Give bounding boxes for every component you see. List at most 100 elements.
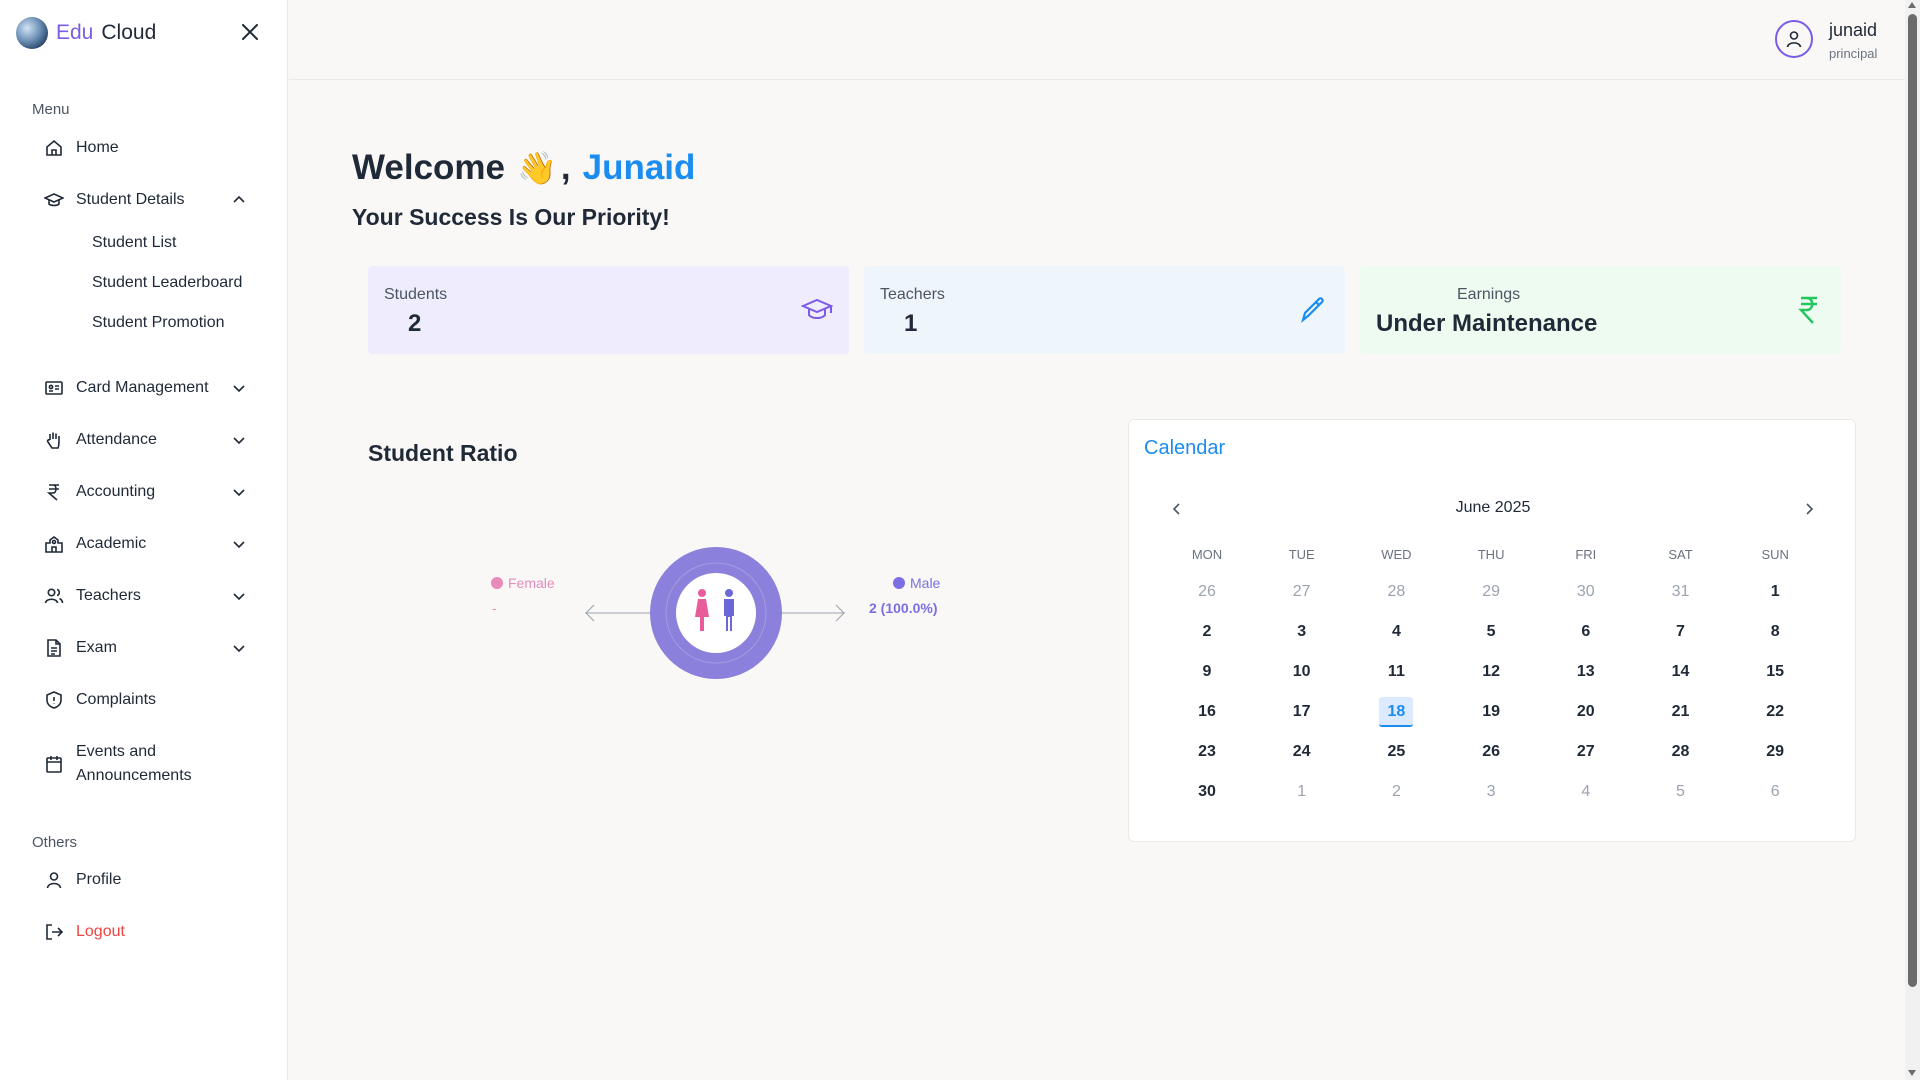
- brand-edu: Edu: [56, 21, 94, 44]
- calendar-day[interactable]: 15: [1758, 657, 1792, 687]
- chevron-right-icon: [1806, 503, 1814, 515]
- calendar-day[interactable]: 27: [1569, 737, 1603, 767]
- sidebar-item-card-management[interactable]: Card Management: [44, 376, 248, 400]
- welcome-tagline: Your Success Is Our Priority!: [352, 204, 670, 230]
- calendar-day[interactable]: 3: [1285, 617, 1319, 647]
- close-icon: [242, 24, 258, 40]
- scroll-thumb[interactable]: [1908, 14, 1917, 987]
- sidebar-item-label: Teachers: [76, 587, 141, 604]
- calendar-day[interactable]: 13: [1569, 657, 1603, 687]
- sidebar-item-label: Accounting: [76, 483, 156, 500]
- graduation-cap-icon: [799, 292, 835, 328]
- sidebar-item-exam[interactable]: Exam: [44, 636, 248, 660]
- calendar-day[interactable]: 16: [1190, 697, 1224, 727]
- calendar-day[interactable]: 28: [1664, 737, 1698, 767]
- calendar-day[interactable]: 31: [1664, 577, 1698, 607]
- sidebar-item-label: Card Management: [76, 379, 209, 396]
- calendar-day[interactable]: 12: [1474, 657, 1508, 687]
- earnings-stat-card[interactable]: Earnings Under Maintenance: [1360, 266, 1841, 354]
- female-legend-label: Female: [508, 575, 555, 591]
- page-scrollbar[interactable]: [1905, 0, 1920, 1080]
- hand-icon: [44, 430, 64, 450]
- welcome-name: Junaid: [582, 148, 696, 187]
- sidebar-item-profile[interactable]: Profile: [44, 868, 248, 892]
- calendar-day[interactable]: 11: [1379, 657, 1413, 687]
- calendar-day[interactable]: 20: [1569, 697, 1603, 727]
- calendar-day[interactable]: 9: [1190, 657, 1224, 687]
- calendar-day[interactable]: 29: [1474, 577, 1508, 607]
- shield-icon: [44, 690, 64, 710]
- calendar-day[interactable]: 2: [1379, 777, 1413, 807]
- calendar-day[interactable]: 4: [1379, 617, 1413, 647]
- calendar-day[interactable]: 5: [1664, 777, 1698, 807]
- home-icon: [44, 138, 64, 158]
- calendar-day[interactable]: 30: [1569, 577, 1603, 607]
- scroll-up-arrow-icon[interactable]: [1908, 2, 1916, 8]
- chevron-up-icon: [230, 191, 248, 209]
- calendar-day[interactable]: 21: [1664, 697, 1698, 727]
- calendar-day[interactable]: 4: [1569, 777, 1603, 807]
- sidebar-item-label: Events and Announcements: [76, 743, 192, 784]
- calendar-day[interactable]: 26: [1474, 737, 1508, 767]
- sidebar-item-complaints[interactable]: Complaints: [44, 688, 248, 712]
- calendar-day[interactable]: 26: [1190, 577, 1224, 607]
- calendar-day[interactable]: 14: [1664, 657, 1698, 687]
- calendar-day[interactable]: 1: [1285, 777, 1319, 807]
- sidebar-subitem-student-list[interactable]: Student List: [92, 234, 177, 252]
- calendar-next-button[interactable]: [1799, 499, 1819, 519]
- user-name[interactable]: junaid: [1829, 20, 1877, 41]
- calendar-day[interactable]: 24: [1285, 737, 1319, 767]
- topbar: [289, 0, 1920, 80]
- document-icon: [44, 638, 64, 658]
- calendar-day[interactable]: 7: [1664, 617, 1698, 647]
- sidebar-item-teachers[interactable]: Teachers: [44, 584, 248, 608]
- sidebar-subitem-student-leaderboard[interactable]: Student Leaderboard: [92, 274, 242, 292]
- sidebar-item-attendance[interactable]: Attendance: [44, 428, 248, 452]
- sidebar-item-academic[interactable]: Academic: [44, 532, 248, 556]
- student-ratio-title: Student Ratio: [368, 440, 518, 466]
- calendar-day[interactable]: 27: [1285, 577, 1319, 607]
- calendar-day[interactable]: 6: [1758, 777, 1792, 807]
- calendar-day[interactable]: 30: [1190, 777, 1224, 807]
- calendar-day[interactable]: 8: [1758, 617, 1792, 647]
- calendar-day[interactable]: 5: [1474, 617, 1508, 647]
- brand[interactable]: Edu Cloud: [16, 16, 156, 50]
- stat-label: Students: [384, 286, 448, 303]
- calendar-day[interactable]: 23: [1190, 737, 1224, 767]
- close-sidebar-button[interactable]: [236, 18, 264, 46]
- rupee-icon: [44, 482, 64, 502]
- sidebar-item-logout[interactable]: Logout: [44, 920, 248, 944]
- calendar-day[interactable]: 29: [1758, 737, 1792, 767]
- menu-section-label: Menu: [32, 101, 70, 118]
- calendar-weekday-header: THU: [1477, 547, 1505, 562]
- students-stat-card[interactable]: Students 2: [368, 266, 849, 354]
- calendar-day[interactable]: 2: [1190, 617, 1224, 647]
- sidebar: Edu Cloud Menu Home Student Details Stud…: [0, 0, 288, 1080]
- calendar-day[interactable]: 22: [1758, 697, 1792, 727]
- male-legend-dot: [893, 577, 905, 589]
- sidebar-subitem-student-promotion[interactable]: Student Promotion: [92, 314, 225, 332]
- calendar-day[interactable]: 18: [1379, 697, 1414, 727]
- sidebar-item-events[interactable]: Events and Announcements: [44, 740, 248, 788]
- stat-value: Under Maintenance: [1376, 310, 1598, 337]
- male-value: 2 (100.0%): [869, 600, 938, 616]
- chevron-down-icon: [230, 535, 248, 553]
- calendar-day[interactable]: 19: [1474, 697, 1508, 727]
- calendar-day[interactable]: 17: [1285, 697, 1319, 727]
- teachers-stat-card[interactable]: Teachers 1: [864, 266, 1345, 354]
- calendar-day[interactable]: 3: [1474, 777, 1508, 807]
- welcome-greeting: Welcome: [352, 148, 506, 187]
- calendar-day[interactable]: 1: [1758, 577, 1792, 607]
- scroll-down-arrow-icon[interactable]: [1908, 1070, 1916, 1076]
- calendar-day[interactable]: 25: [1379, 737, 1413, 767]
- male-legend: Male: [893, 575, 940, 591]
- sidebar-item-home[interactable]: Home: [44, 136, 248, 160]
- sidebar-item-accounting[interactable]: Accounting: [44, 480, 248, 504]
- user-avatar[interactable]: [1775, 20, 1813, 58]
- stat-label: Teachers: [880, 286, 945, 303]
- calendar-day[interactable]: 28: [1379, 577, 1413, 607]
- calendar-day[interactable]: 6: [1569, 617, 1603, 647]
- calendar-day[interactable]: 10: [1285, 657, 1319, 687]
- female-legend: Female: [491, 575, 555, 591]
- sidebar-item-student-details[interactable]: Student Details: [44, 188, 248, 212]
